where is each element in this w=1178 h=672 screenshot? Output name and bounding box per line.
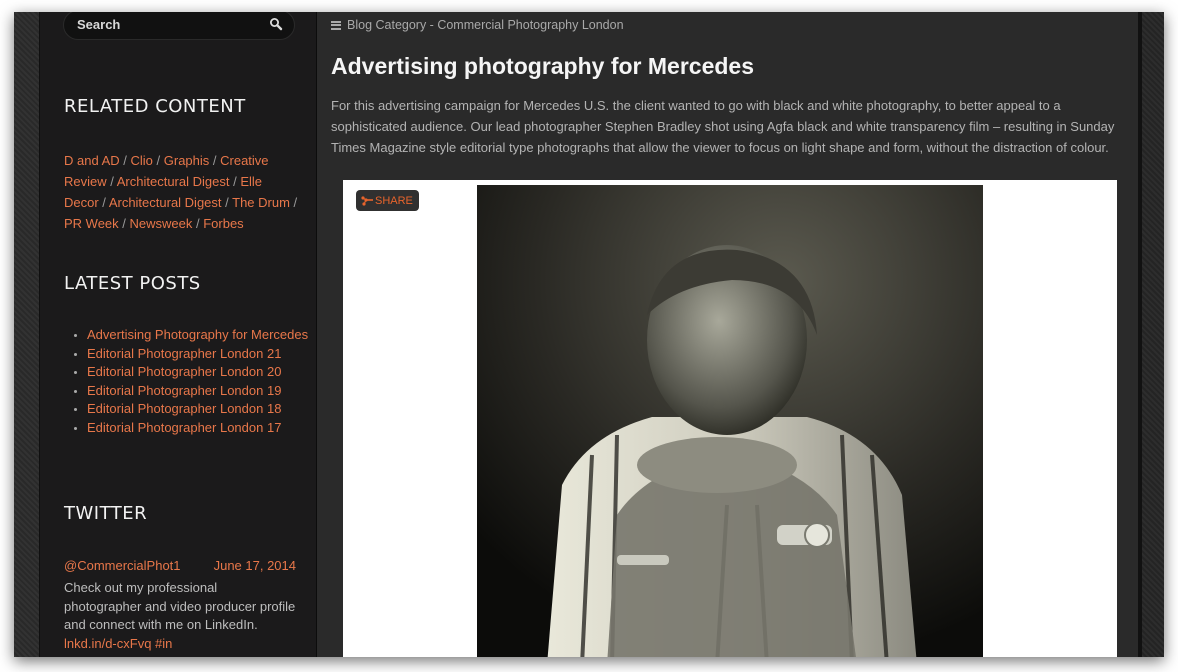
related-link[interactable]: Architectural Digest <box>117 174 230 189</box>
search-placeholder: Search <box>77 17 121 32</box>
twitter-title: TWITTER <box>64 503 148 524</box>
post-link[interactable]: Editorial Photographer London 20 <box>87 364 281 379</box>
page-edge-left <box>14 12 40 657</box>
related-link[interactable]: PR Week <box>64 216 119 231</box>
related-content-links: D and AD / Clio / Graphis / Creative Rev… <box>64 153 298 231</box>
list-item: Editorial Photographer London 20 <box>87 363 327 382</box>
latest-posts-title: LATEST POSTS <box>64 273 201 294</box>
related-link[interactable]: Architectural Digest <box>109 195 222 210</box>
search-input[interactable]: Search <box>63 12 295 40</box>
related-link[interactable]: Clio <box>131 153 153 168</box>
list-item: Editorial Photographer London 17 <box>87 419 327 438</box>
post-link[interactable]: Editorial Photographer London 19 <box>87 383 281 398</box>
portrait-photo-image <box>477 185 983 657</box>
related-link[interactable]: D and AD <box>64 153 120 168</box>
page-edge-right <box>1138 12 1164 657</box>
sidebar: Search RELATED CONTENT D and AD / Clio /… <box>40 12 316 657</box>
share-icon <box>361 195 373 206</box>
share-label: SHARE <box>375 194 413 207</box>
list-item: Advertising Photography for Mercedes <box>87 326 327 345</box>
photo-frame: SHARE <box>343 180 1117 657</box>
tweet-hashtag[interactable]: #in <box>155 636 172 651</box>
tweet-header: @CommercialPhot1 June 17, 2014 <box>64 558 296 573</box>
page-title: Advertising photography for Mercedes <box>331 53 755 79</box>
list-item: Editorial Photographer London 21 <box>87 345 327 364</box>
article-intro: For this advertising campaign for Merced… <box>331 98 1115 155</box>
related-link[interactable]: Newsweek <box>130 216 193 231</box>
tweet-handle[interactable]: @CommercialPhot1 <box>64 558 181 573</box>
main-content: Blog Category - Commercial Photography L… <box>316 12 1143 657</box>
post-link[interactable]: Editorial Photographer London 18 <box>87 401 281 416</box>
post-link[interactable]: Editorial Photographer London 17 <box>87 420 281 435</box>
share-button[interactable]: SHARE <box>356 190 419 211</box>
article-photo <box>477 185 983 657</box>
related-content-title: RELATED CONTENT <box>64 96 246 117</box>
post-link[interactable]: Advertising Photography for Mercedes <box>87 327 308 342</box>
menu-icon[interactable] <box>331 20 341 30</box>
tweet-date[interactable]: June 17, 2014 <box>214 558 296 573</box>
list-item: Editorial Photographer London 19 <box>87 382 327 401</box>
related-link[interactable]: The Drum <box>232 195 290 210</box>
list-item: Editorial Photographer London 18 <box>87 400 327 419</box>
post-link[interactable]: Editorial Photographer London 21 <box>87 346 281 361</box>
breadcrumb[interactable]: Blog Category - Commercial Photography L… <box>331 18 624 32</box>
breadcrumb-text[interactable]: Blog Category - Commercial Photography L… <box>347 18 624 32</box>
related-link[interactable]: Forbes <box>203 216 243 231</box>
tweet-text: Check out my professional photographer a… <box>64 580 296 632</box>
search-icon[interactable] <box>269 17 283 31</box>
tweet-body: Check out my professional photographer a… <box>64 579 296 653</box>
latest-posts-list: Advertising Photography for Mercedes Edi… <box>64 326 327 437</box>
tweet-link[interactable]: lnkd.in/d-cxFvq <box>64 636 151 651</box>
browser-window: Search RELATED CONTENT D and AD / Clio /… <box>14 12 1164 657</box>
related-link[interactable]: Graphis <box>164 153 210 168</box>
